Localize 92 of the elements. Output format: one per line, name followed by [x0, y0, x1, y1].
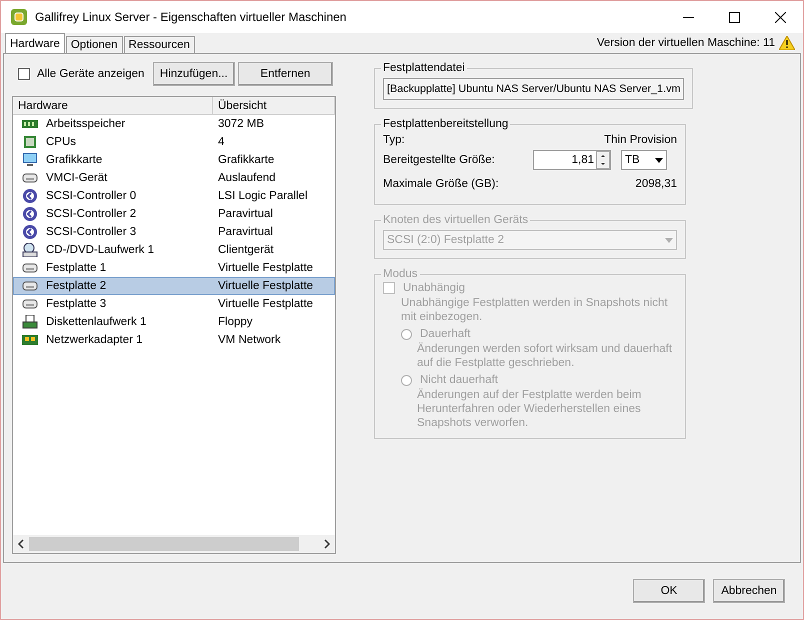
floppy-drive-icon — [22, 315, 38, 329]
spin-arrows-icon — [596, 151, 610, 169]
group-title: Festplattendatei — [382, 62, 466, 74]
app-icon — [11, 9, 27, 25]
device-name: CD-/DVD-Laufwerk 1 — [46, 244, 155, 256]
toolbar-button[interactable]: Entfernen — [238, 62, 333, 86]
column-header[interactable]: Übersicht — [213, 97, 335, 114]
device-name: CPUs — [46, 136, 78, 148]
scsi-controller-icon — [22, 207, 38, 221]
max-size-label: Maximale Größe (GB): — [383, 178, 499, 190]
drive-icon — [22, 297, 38, 311]
device-name: Festplatte 3 — [46, 298, 108, 310]
type-label: Typ: — [383, 134, 405, 146]
device-summary: Paravirtual — [218, 208, 274, 220]
warning-icon — [779, 36, 795, 50]
device-summary: Virtuelle Festplatte — [218, 262, 314, 274]
device-summary: 3072 MB — [218, 118, 266, 130]
device-summary: VM Network — [218, 334, 282, 346]
drive-icon — [22, 279, 38, 293]
hardware-row[interactable]: Netzwerkadapter 1 VM Network — [13, 331, 335, 349]
hardware-row[interactable]: Festplatte 3 Virtuelle Festplatte — [13, 295, 335, 313]
drive-icon — [22, 261, 38, 275]
hardware-row[interactable]: SCSI-Controller 2 Paravirtual — [13, 205, 335, 223]
scsi-controller-icon — [22, 189, 38, 203]
hardware-row[interactable]: VMCI-Gerät Auslaufend — [13, 169, 335, 187]
device-name: Grafikkarte — [46, 154, 104, 166]
hardware-row[interactable]: CD-/DVD-Laufwerk 1 Clientgerät — [13, 241, 335, 259]
device-name: Arbeitsspeicher — [46, 118, 126, 130]
device-name: Diskettenlaufwerk 1 — [46, 316, 148, 328]
device-summary: LSI Logic Parallel — [218, 190, 308, 202]
tab[interactable]: Ressourcen — [124, 36, 195, 53]
device-summary: Virtuelle Festplatte — [218, 280, 314, 292]
device-name: Netzwerkadapter 1 — [46, 334, 144, 346]
hardware-row[interactable]: CPUs 4 — [13, 133, 335, 151]
device-summary: Clientgerät — [218, 244, 275, 256]
device-name: VMCI-Gerät — [46, 172, 108, 184]
horizontal-scrollbar[interactable] — [13, 535, 335, 553]
caret-icon — [655, 158, 663, 162]
device-summary: 4 — [218, 136, 226, 148]
device-name: SCSI-Controller 2 — [46, 208, 138, 220]
tab[interactable]: Hardware — [5, 33, 65, 53]
type-value: Thin Provision — [604, 134, 677, 146]
unit-dropdown[interactable]: TB — [621, 150, 667, 170]
caret-icon — [665, 238, 673, 242]
device-summary: Floppy — [218, 316, 254, 328]
option-description: Unabhängige Festplatten werden in Snapshots nicht mit einbezogen. — [401, 296, 669, 324]
chip-icon — [22, 135, 38, 149]
group-title: Festplattenbereitstellung — [382, 118, 510, 130]
monitor-icon — [22, 153, 38, 167]
checkbox-label: Unabhängig — [403, 282, 466, 294]
hardware-row[interactable]: SCSI-Controller 0 LSI Logic Parallel — [13, 187, 335, 205]
device-summary: Grafikkarte — [218, 154, 276, 166]
disk-file-field[interactable]: [Backupplatte] Ubuntu NAS Server/Ubuntu NAS Server_1.vm — [383, 78, 684, 100]
minimize-icon — [682, 16, 694, 18]
cd-drive-icon — [22, 243, 38, 257]
hardware-row[interactable]: Arbeitsspeicher 3072 MB — [13, 115, 335, 133]
close-icon — [774, 12, 786, 22]
group-title: Modus — [382, 268, 419, 280]
hardware-row[interactable]: Festplatte 2 Virtuelle Festplatte — [13, 277, 335, 295]
option-description: Änderungen auf der Festplatte werden beim Herunterfahren oder Wiederherstellen eines Snapshots verworfen. — [417, 388, 642, 430]
device-name: SCSI-Controller 0 — [46, 190, 138, 202]
device-summary: Paravirtual — [218, 226, 274, 238]
memory-module-icon — [22, 117, 38, 131]
max-size-value: 2098,31 — [635, 178, 677, 190]
radio-label: Nicht dauerhaft — [420, 374, 498, 386]
network-card-icon — [22, 333, 38, 347]
size-label: Bereitgestellte Größe: — [383, 154, 495, 166]
checkbox-label: Alle Geräte anzeigen — [37, 68, 144, 80]
tab[interactable]: Optionen — [66, 36, 123, 53]
size-spinbox[interactable]: 1,81 — [533, 150, 611, 170]
device-name: SCSI-Controller 3 — [46, 226, 138, 238]
window-title: Gallifrey Linux Server - Eigenschaften virtueller Maschinen — [35, 10, 348, 24]
hardware-row[interactable]: Grafikkarte Grafikkarte — [13, 151, 335, 169]
group-title: Knoten des virtuellen Geräts — [382, 214, 530, 226]
device-name: Festplatte 1 — [46, 262, 108, 274]
column-header[interactable]: Hardware — [13, 97, 213, 114]
checkbox[interactable] — [18, 68, 30, 80]
option-description: Änderungen werden sofort wirksam und dauerhaft auf die Festplatte geschrieben. — [417, 342, 674, 370]
vm-version-label: Version der virtuellen Maschine: 11 — [596, 37, 775, 49]
dialog-button[interactable]: OK — [633, 579, 705, 603]
device-summary: Virtuelle Festplatte — [218, 298, 314, 310]
maximize-icon — [728, 12, 740, 22]
hardware-row[interactable]: SCSI-Controller 3 Paravirtual — [13, 223, 335, 241]
radio-label: Dauerhaft — [420, 328, 471, 340]
toolbar-button[interactable]: Hinzufügen... — [152, 62, 235, 86]
hardware-row[interactable]: Diskettenlaufwerk 1 Floppy — [13, 313, 335, 331]
dialog-button[interactable]: Abbrechen — [713, 579, 785, 603]
device-summary: Auslaufend — [218, 172, 277, 184]
hardware-row[interactable]: Festplatte 1 Virtuelle Festplatte — [13, 259, 335, 277]
device-name: Festplatte 2 — [46, 280, 108, 292]
drive-icon — [22, 171, 38, 185]
scsi-controller-icon — [22, 225, 38, 239]
